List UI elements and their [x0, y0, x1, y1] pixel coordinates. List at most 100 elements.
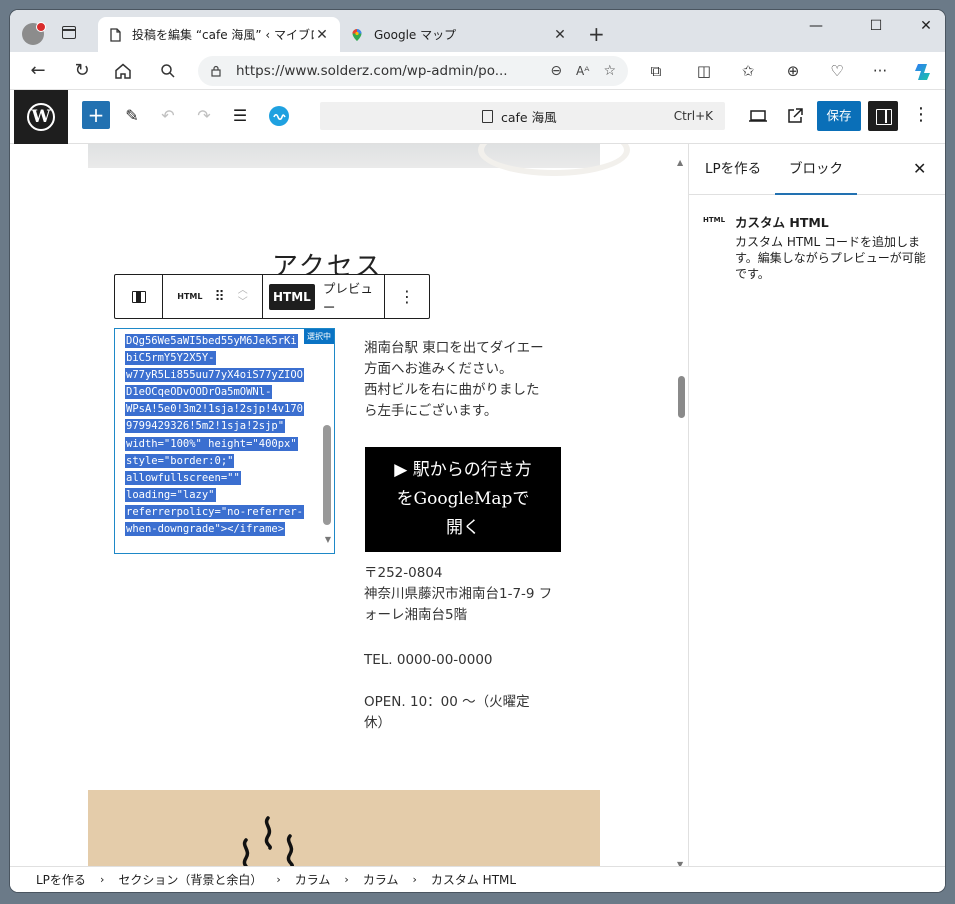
block-options-button[interactable]: ⋮: [385, 275, 429, 318]
text-line: 西村ビルを右に曲がりました: [364, 382, 540, 398]
html-code-editor[interactable]: 選択中 DQg56We5aWI5bed55yM6Jek5rKi biC5rmY5Y…: [114, 328, 335, 554]
cafe-image-top: [88, 144, 630, 176]
search-icon[interactable]: [160, 63, 176, 79]
minimize-button[interactable]: —: [798, 18, 834, 34]
document-icon: [110, 27, 121, 42]
tab-block[interactable]: ブロック: [775, 144, 857, 195]
url-field[interactable]: https://www.solderz.com/wp-admin/po... ⊖…: [198, 56, 628, 86]
steam-icon: [242, 816, 295, 868]
code-line: WPsA!5e0!3m2!1sja!2sjp!4v170: [125, 402, 305, 417]
code-line: referrerpolicy="no-referrer-: [125, 504, 305, 519]
open-hours-text: OPEN. 10：00 〜（火曜定 休）: [364, 692, 564, 734]
home-icon[interactable]: [114, 62, 132, 80]
settings-sidebar: LPを作る ブロック ✕ HTML カスタム HTML カスタム HTML コー…: [688, 144, 945, 868]
save-button[interactable]: 保存: [817, 101, 861, 131]
parent-block-button[interactable]: [115, 275, 163, 318]
plugin-icon[interactable]: [268, 105, 290, 127]
code-line: width="100%" height="400px": [125, 436, 298, 451]
code-scrollbar[interactable]: [323, 425, 331, 525]
tab-title: 投稿を編集 “cafe 海風” ‹ マイブログ: [132, 28, 314, 42]
copilot-icon[interactable]: [912, 61, 934, 83]
command-palette[interactable]: cafe 海風 Ctrl+K: [320, 102, 725, 130]
html-block-icon: HTML: [703, 216, 726, 224]
view-post-external-icon[interactable]: [785, 106, 805, 126]
block-breadcrumb: LPを作る › セクション（背景と余白） › カラム › カラム › カスタム HTML: [10, 866, 945, 892]
chevron-right-icon: ›: [412, 873, 417, 886]
breadcrumb-item[interactable]: LPを作る: [36, 871, 86, 888]
tab-html[interactable]: HTML: [269, 283, 315, 310]
chevron-right-icon: ›: [276, 873, 281, 886]
code-line: biC5rmY5Y2X5Y-: [125, 351, 216, 366]
html-block-icon[interactable]: HTML: [177, 292, 202, 301]
google-maps-icon: [352, 28, 362, 41]
address-text: 〒252-0804 神奈川県藤沢市湘南台1-7-9 フ ォーレ湘南台5階: [364, 563, 564, 626]
profile-avatar-icon[interactable]: [22, 22, 46, 45]
settings-sidebar-toggle-icon[interactable]: [868, 101, 898, 131]
post-title: cafe 海風: [501, 109, 557, 125]
block-toolbar: HTML ⠿ ︿ ﹀ HTML プレビュー ⋮: [114, 274, 430, 319]
browser-essentials-icon[interactable]: ♡: [827, 61, 847, 81]
code-line: w77yR5Li855uu77yX4oiS77yZIOO: [125, 368, 305, 383]
document-overview-icon[interactable]: ☰: [228, 104, 252, 128]
tab-close-icon[interactable]: ✕: [552, 27, 568, 43]
zoom-icon[interactable]: ⊖: [550, 63, 562, 79]
canvas-scroll-up-icon[interactable]: ▲: [677, 158, 683, 167]
google-map-button[interactable]: ▶ 駅からの行き方 をGoogleMapで 開く: [365, 447, 561, 552]
favorite-star-icon[interactable]: ☆: [603, 63, 616, 79]
tab-lp[interactable]: LPを作る: [691, 144, 775, 195]
device-preview-icon[interactable]: [748, 106, 768, 126]
settings-more-icon[interactable]: ···: [870, 61, 890, 81]
split-screen-icon[interactable]: ◫: [694, 61, 714, 81]
breadcrumb-item: カスタム HTML: [430, 873, 517, 887]
chevron-right-icon: ›: [99, 873, 105, 886]
tab-close-icon[interactable]: ✕: [314, 27, 330, 43]
move-up-icon[interactable]: ︿: [238, 285, 248, 297]
tab-title: Google マップ: [374, 28, 457, 42]
button-line: 開く: [446, 518, 480, 538]
breadcrumb-item[interactable]: セクション（背景と余白）: [118, 871, 262, 888]
move-down-icon[interactable]: ﹀: [238, 297, 248, 309]
maximize-button[interactable]: ☐: [858, 18, 894, 34]
columns-icon: [131, 290, 146, 303]
extensions-icon[interactable]: ⧉: [646, 61, 666, 81]
text-line: 休）: [364, 715, 391, 731]
scroll-down-arrow-icon[interactable]: ▼: [325, 535, 331, 544]
new-tab-button[interactable]: +: [588, 22, 605, 46]
move-arrows[interactable]: ︿ ﹀: [238, 285, 248, 309]
drag-handle-icon[interactable]: ⠿: [214, 289, 224, 305]
back-arrow-icon[interactable]: ←: [26, 59, 50, 83]
code-line: when-downgrade"></iframe>: [125, 522, 286, 537]
collections-icon[interactable]: ⊕: [783, 61, 803, 81]
button-line: をGoogleMapで: [396, 489, 530, 509]
tab-preview[interactable]: プレビュー: [323, 278, 374, 316]
favorites-icon[interactable]: ✩: [738, 61, 758, 81]
text-line: ら左手にございます。: [364, 403, 498, 419]
read-aloud-icon[interactable]: Aᴬ: [576, 64, 589, 78]
close-sidebar-icon[interactable]: ✕: [913, 159, 926, 178]
code-line: style="border:0;": [125, 453, 235, 468]
url-text: https://www.solderz.com/wp-admin/po...: [236, 63, 508, 79]
button-line: ▶ 駅からの行き方: [394, 460, 532, 480]
tab-wp-editor[interactable]: 投稿を編集 “cafe 海風” ‹ マイブログ ✕: [98, 17, 340, 52]
text-line: OPEN. 10：00 〜（火曜定: [364, 694, 530, 710]
chevron-right-icon: ›: [344, 873, 349, 886]
undo-icon[interactable]: ↶: [156, 104, 180, 128]
refresh-icon[interactable]: ↻: [70, 59, 94, 83]
text-line: 方面へお進みください。: [364, 361, 513, 377]
wordpress-logo-icon[interactable]: W: [14, 90, 68, 144]
tab-bar: 投稿を編集 “cafe 海風” ‹ マイブログ ✕ Google マップ ✕ +…: [10, 10, 945, 52]
add-block-button[interactable]: +: [82, 101, 110, 129]
edit-tools-icon[interactable]: ✎: [120, 104, 144, 128]
sidebar-tabs: LPを作る ブロック ✕: [689, 144, 945, 195]
redo-icon[interactable]: ↷: [192, 104, 216, 128]
text-line: 湘南台駅 東口を出てダイエー: [364, 340, 544, 356]
breadcrumb-item[interactable]: カラム: [295, 871, 331, 888]
tab-actions-icon[interactable]: [62, 26, 76, 39]
options-menu-icon[interactable]: ⋮: [912, 104, 930, 125]
tab-google-maps[interactable]: Google マップ ✕: [340, 17, 578, 52]
canvas-scrollbar-thumb[interactable]: [678, 376, 685, 418]
code-line: DQg56We5aWI5bed55yM6Jek5rKi: [125, 334, 298, 348]
close-window-button[interactable]: ✕: [908, 18, 944, 34]
block-title: カスタム HTML: [735, 215, 829, 230]
breadcrumb-item[interactable]: カラム: [363, 871, 399, 888]
